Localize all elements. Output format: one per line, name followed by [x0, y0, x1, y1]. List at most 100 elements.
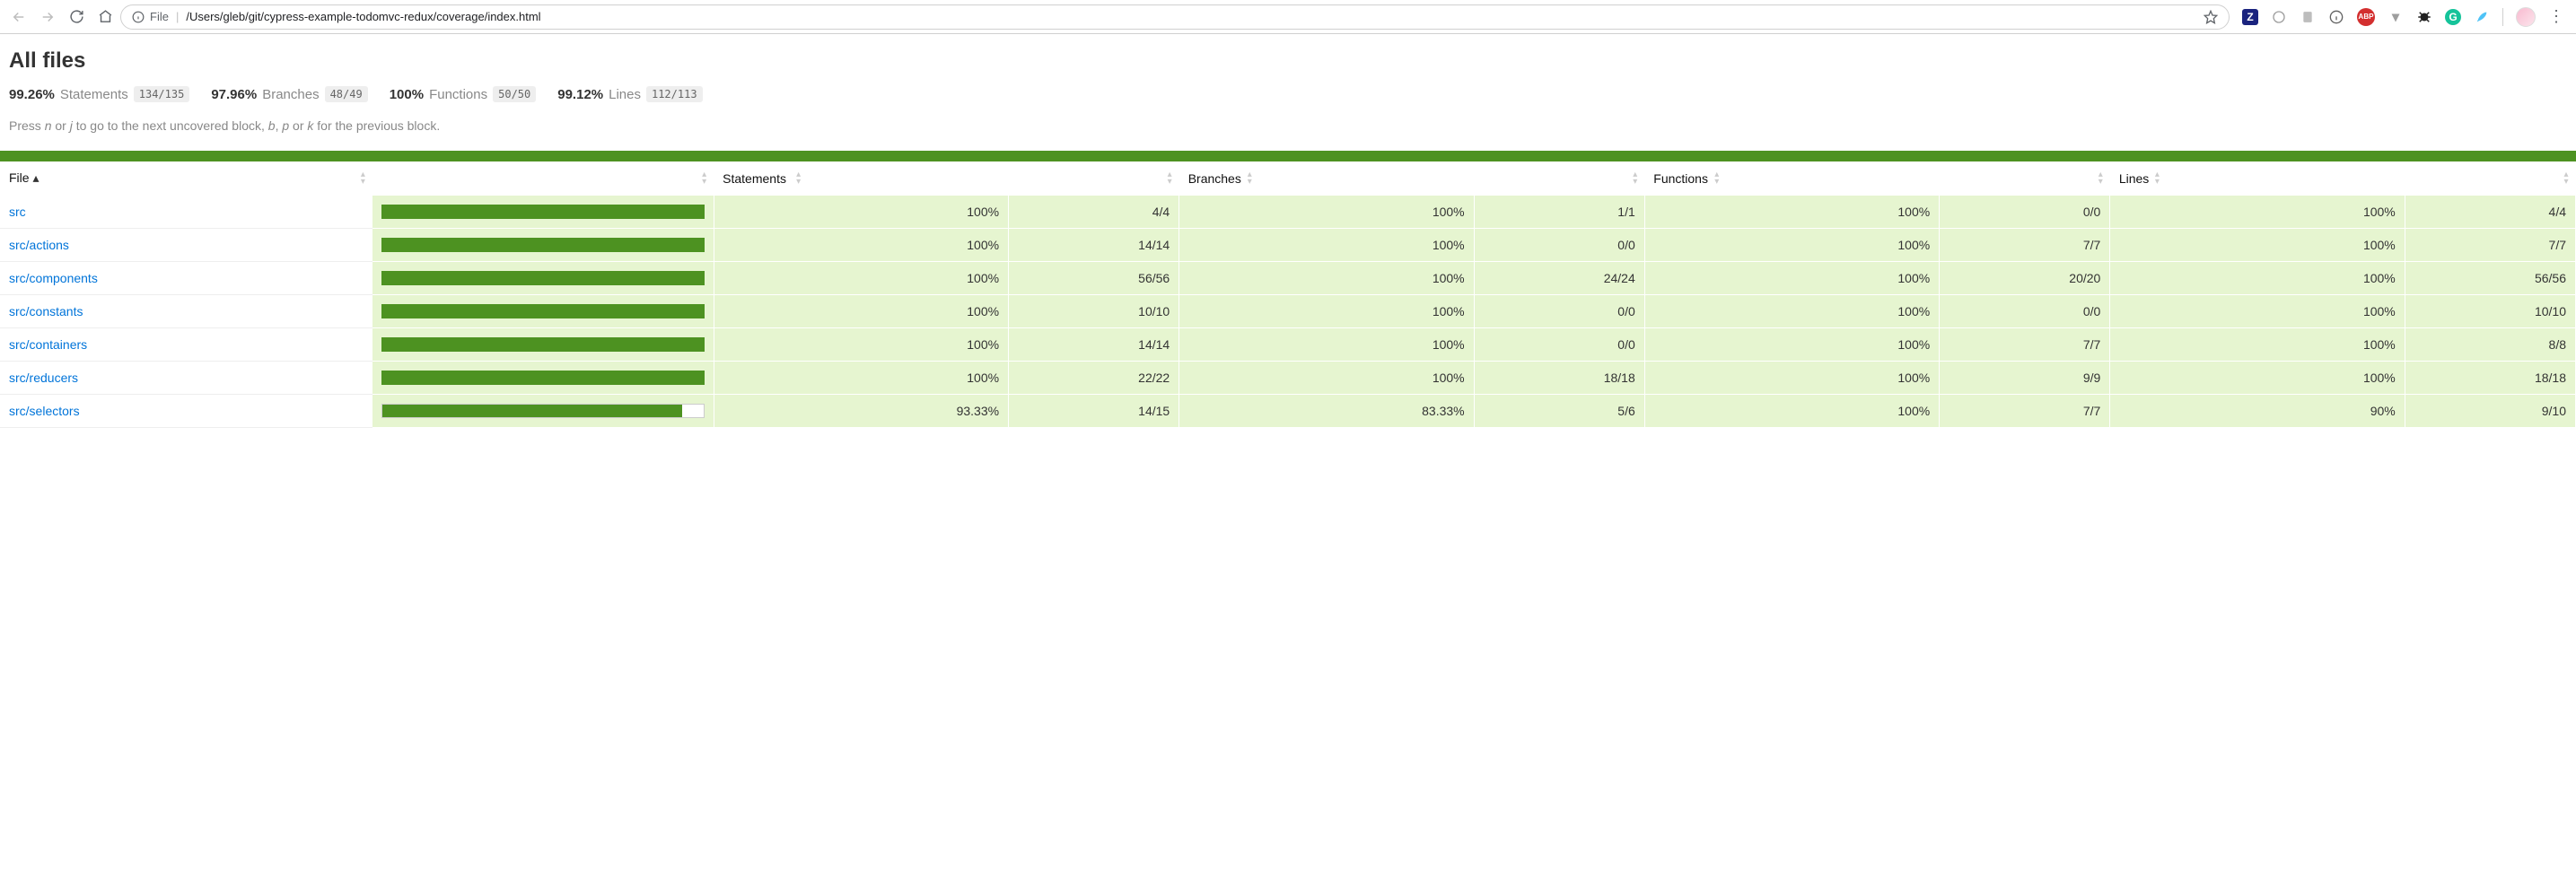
extension-info-icon[interactable]	[2328, 9, 2344, 25]
col-statements-count[interactable]: ▴▾	[1009, 161, 1179, 196]
lines-count: 56/56	[2405, 262, 2575, 295]
branches-pct: 100%	[1179, 262, 1474, 295]
branches-count: 0/0	[1474, 229, 1644, 262]
coverage-bar-fill	[381, 337, 704, 352]
col-bar[interactable]: ▴▾	[372, 161, 714, 196]
file-link[interactable]: src/components	[0, 262, 372, 295]
coverage-bar-fill	[381, 271, 704, 285]
page-title: All files	[9, 48, 2567, 74]
forward-button[interactable]	[39, 9, 56, 25]
extension-abp-icon[interactable]: ABP	[2357, 8, 2375, 26]
lines-pct: 100%	[2110, 328, 2405, 362]
lines-count: 7/7	[2405, 229, 2575, 262]
lines-pct: 90%	[2110, 395, 2405, 428]
functions-count: 7/7	[1940, 328, 2110, 362]
col-branches[interactable]: Branches▴▾	[1179, 161, 1474, 196]
sort-icon: ▴▾	[2563, 171, 2568, 186]
statements-pct: 100%	[714, 328, 1008, 362]
summary-count: 134/135	[134, 86, 190, 102]
browser-toolbar: File | /Users/gleb/git/cypress-example-t…	[0, 0, 2576, 34]
col-statements[interactable]: Statements▴▾	[714, 161, 1008, 196]
branches-count: 0/0	[1474, 295, 1644, 328]
summary-count: 48/49	[325, 86, 368, 102]
statements-count: 14/15	[1009, 395, 1179, 428]
summary-label: Branches	[262, 87, 319, 102]
reload-button[interactable]	[68, 9, 84, 25]
coverage-bar-cell	[372, 262, 714, 295]
statements-pct: 100%	[714, 196, 1008, 229]
file-link[interactable]: src/reducers	[0, 362, 372, 395]
extension-circle-icon[interactable]	[2271, 9, 2287, 25]
coverage-table: File ▴▴▾ ▴▾ Statements▴▾ ▴▾ Branches▴▾ ▴…	[0, 161, 2576, 428]
coverage-bar-track	[381, 404, 704, 418]
keyboard-hint: Press n or j to go to the next uncovered…	[9, 118, 2567, 133]
summary-label: Lines	[609, 87, 641, 102]
extension-v-icon[interactable]: ▾	[2388, 9, 2404, 25]
summary-label: Functions	[429, 87, 487, 102]
coverage-bar-cell	[372, 328, 714, 362]
summary-label: Statements	[60, 87, 128, 102]
file-link[interactable]: src	[0, 196, 372, 229]
extension-grammarly-icon[interactable]: G	[2445, 9, 2461, 25]
profile-avatar[interactable]	[2516, 7, 2536, 27]
lines-count: 4/4	[2405, 196, 2575, 229]
summary-pct: 100%	[390, 87, 424, 102]
statements-count: 22/22	[1009, 362, 1179, 395]
statements-pct: 100%	[714, 262, 1008, 295]
functions-pct: 100%	[1644, 196, 1939, 229]
sort-icon: ▴▾	[1633, 171, 1637, 186]
col-lines-count[interactable]: ▴▾	[2405, 161, 2575, 196]
table-row: src/selectors93.33%14/1583.33%5/6100%7/7…	[0, 395, 2576, 428]
branches-count: 18/18	[1474, 362, 1644, 395]
file-link[interactable]: src/actions	[0, 229, 372, 262]
sort-icon: ▴▾	[702, 171, 706, 186]
col-file[interactable]: File ▴▴▾	[0, 161, 372, 196]
branches-pct: 100%	[1179, 328, 1474, 362]
sort-icon: ▴▾	[1714, 171, 1719, 186]
lines-count: 18/18	[2405, 362, 2575, 395]
col-branches-count[interactable]: ▴▾	[1474, 161, 1644, 196]
address-bar[interactable]: File | /Users/gleb/git/cypress-example-t…	[120, 4, 2230, 30]
coverage-bar-fill	[381, 238, 704, 252]
lines-count: 10/10	[2405, 295, 2575, 328]
col-functions[interactable]: Functions▴▾	[1644, 161, 1939, 196]
extension-bug-icon[interactable]	[2416, 9, 2432, 25]
branches-pct: 100%	[1179, 196, 1474, 229]
table-row: src/components100%56/56100%24/24100%20/2…	[0, 262, 2576, 295]
statements-count: 4/4	[1009, 196, 1179, 229]
lines-pct: 100%	[2110, 196, 2405, 229]
coverage-bar-cell	[372, 295, 714, 328]
coverage-bar-cell	[372, 362, 714, 395]
lines-pct: 100%	[2110, 229, 2405, 262]
functions-count: 7/7	[1940, 229, 2110, 262]
chrome-menu-icon[interactable]: ⋮	[2548, 7, 2563, 26]
statements-pct: 93.33%	[714, 395, 1008, 428]
extension-z-icon[interactable]: Z	[2242, 9, 2258, 25]
file-link[interactable]: src/containers	[0, 328, 372, 362]
statements-pct: 100%	[714, 229, 1008, 262]
extension-icons: Z ABP ▾ G ⋮	[2237, 7, 2569, 27]
statements-pct: 100%	[714, 295, 1008, 328]
back-button[interactable]	[11, 9, 27, 25]
table-row: src/reducers100%22/22100%18/18100%9/9100…	[0, 362, 2576, 395]
home-button[interactable]	[97, 9, 113, 25]
file-link[interactable]: src/selectors	[0, 395, 372, 428]
extension-feather-icon[interactable]	[2474, 9, 2490, 25]
extension-note-icon[interactable]	[2300, 9, 2316, 25]
summary-branches: 97.96% Branches 48/49	[211, 86, 367, 102]
functions-count: 20/20	[1940, 262, 2110, 295]
summary-lines: 99.12% Lines 112/113	[557, 86, 702, 102]
sort-icon: ▴▾	[1248, 171, 1252, 186]
bookmark-star-icon[interactable]	[2204, 10, 2218, 24]
file-link[interactable]: src/constants	[0, 295, 372, 328]
toolbar-separator	[2502, 8, 2503, 26]
site-info-icon[interactable]: File	[132, 10, 169, 23]
statements-count: 10/10	[1009, 295, 1179, 328]
coverage-bar-cell	[372, 395, 714, 428]
functions-count: 7/7	[1940, 395, 2110, 428]
coverage-report: All files 99.26% Statements 134/135 97.9…	[0, 34, 2576, 133]
summary-statements: 99.26% Statements 134/135	[9, 86, 189, 102]
lines-count: 8/8	[2405, 328, 2575, 362]
col-lines[interactable]: Lines▴▾	[2110, 161, 2405, 196]
col-functions-count[interactable]: ▴▾	[1940, 161, 2110, 196]
